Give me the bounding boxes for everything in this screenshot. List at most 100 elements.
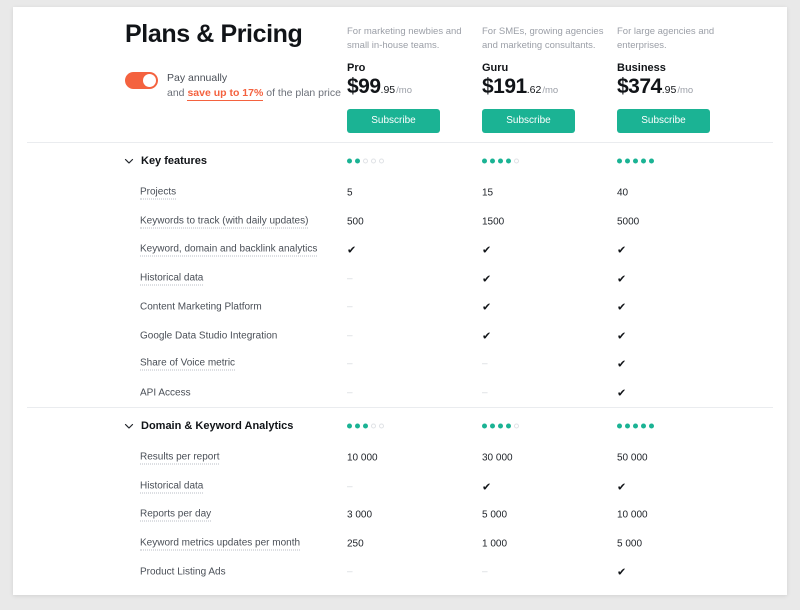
feature-unavailable-dash-icon: – (347, 273, 353, 285)
table-row: Reports per day 3 000 5 000 10 000 (13, 501, 787, 530)
plan-rating-dots (482, 158, 519, 164)
section-header-0[interactable]: Key features (13, 143, 787, 179)
rating-dot (617, 158, 622, 164)
feature-available-check-icon: ✔ (482, 273, 492, 286)
plan-column-business: For large agencies and enterprises. Busi… (617, 25, 752, 133)
section-title: Domain & Keyword Analytics (141, 420, 294, 432)
plan-rating-dots (617, 423, 654, 429)
price-cents: .62 (526, 84, 542, 96)
rating-dot (363, 158, 368, 164)
rating-dot (649, 158, 654, 164)
feature-value: 30 000 (482, 452, 513, 464)
feature-unavailable-dash-icon: – (482, 358, 488, 370)
feature-label[interactable]: Reports per day (140, 509, 212, 522)
savings-prefix: and (167, 86, 188, 99)
rating-dot (379, 158, 384, 164)
feature-available-check-icon: ✔ (482, 244, 492, 257)
feature-unavailable-dash-icon: – (347, 481, 353, 493)
feature-value: 250 (347, 538, 364, 550)
feature-label[interactable]: Keyword, domain and backlink analytics (140, 244, 318, 257)
feature-value: 10 000 (617, 509, 648, 521)
table-row: Google Data Studio Integration – ✔ ✔ (13, 322, 787, 351)
plan-price: $191.62/mo (482, 75, 617, 99)
feature-unavailable-dash-icon: – (347, 387, 353, 399)
subscribe-button-guru[interactable]: Subscribe (482, 109, 575, 133)
pay-annually-label: Pay annually (167, 71, 228, 84)
feature-unavailable-dash-icon: – (482, 566, 488, 578)
rating-dot (633, 423, 638, 429)
feature-label: Content Marketing Platform (140, 301, 262, 313)
rating-dot (347, 158, 352, 164)
rating-dot (514, 423, 519, 429)
subscribe-button-business[interactable]: Subscribe (617, 109, 710, 133)
feature-available-check-icon: ✔ (617, 566, 627, 579)
feature-label[interactable]: Projects (140, 187, 177, 200)
feature-available-check-icon: ✔ (617, 301, 627, 314)
rating-dot (641, 423, 646, 429)
feature-available-check-icon: ✔ (617, 387, 627, 400)
feature-label[interactable]: Results per report (140, 452, 220, 465)
table-row: Content Marketing Platform – ✔ ✔ (13, 293, 787, 322)
rating-dot (355, 158, 360, 164)
subscribe-button-pro[interactable]: Subscribe (347, 109, 440, 133)
feature-unavailable-dash-icon: – (347, 566, 353, 578)
feature-available-check-icon: ✔ (617, 244, 627, 257)
feature-unavailable-dash-icon: – (347, 330, 353, 342)
rating-dot (347, 423, 352, 429)
feature-label[interactable]: Keyword metrics updates per month (140, 537, 301, 551)
section-header-1[interactable]: Domain & Keyword Analytics (13, 408, 787, 444)
savings-highlight: save up to 17% (187, 86, 264, 101)
feature-label[interactable]: Share of Voice metric (140, 358, 236, 371)
rating-dot (482, 158, 487, 164)
rating-dot (490, 158, 495, 164)
feature-available-check-icon: ✔ (482, 330, 492, 343)
pricing-header: Plans & Pricing Pay annually and save up… (13, 7, 787, 142)
plan-rating-dots (347, 158, 384, 164)
plan-name: Guru (482, 62, 509, 74)
feature-available-check-icon: ✔ (347, 244, 357, 257)
feature-label: API Access (140, 387, 191, 399)
rating-dot (371, 158, 376, 164)
feature-unavailable-dash-icon: – (482, 387, 488, 399)
chevron-down-icon (124, 423, 134, 429)
feature-label[interactable]: Keywords to track (with daily updates) (140, 215, 309, 229)
table-row: Projects 5 15 40 (13, 179, 787, 208)
price-amount: $99 (347, 75, 381, 98)
feature-label[interactable]: Historical data (140, 480, 204, 494)
feature-comparison-table: Key features Projects 5 15 40 Keywords to tra… (13, 142, 787, 587)
feature-value: 5 (347, 187, 353, 199)
pricing-page-card: Plans & Pricing Pay annually and save up… (13, 7, 787, 595)
billing-toggle-row: Pay annually and save up to 17% of the p… (125, 71, 350, 101)
billing-toggle-text: Pay annually and save up to 17% of the p… (167, 71, 341, 101)
plan-name: Pro (347, 62, 366, 74)
rating-dot (514, 158, 519, 164)
feature-value: 40 (617, 187, 629, 199)
rating-dot (641, 158, 646, 164)
feature-value: 50 000 (617, 452, 648, 464)
price-period: /mo (542, 85, 559, 96)
table-row: Results per report 10 000 30 000 50 000 (13, 444, 787, 473)
pay-annually-toggle[interactable] (125, 71, 158, 89)
rating-dot (371, 423, 376, 429)
chevron-down-icon (124, 158, 134, 164)
feature-unavailable-dash-icon: – (347, 358, 353, 370)
feature-value: 1500 (482, 216, 505, 228)
feature-available-check-icon: ✔ (617, 358, 627, 371)
feature-value: 500 (347, 216, 364, 228)
feature-value: 5 000 (482, 509, 508, 521)
rating-dot (355, 423, 360, 429)
feature-value: 10 000 (347, 452, 378, 464)
rating-dot (379, 423, 384, 429)
rating-dot (649, 423, 654, 429)
feature-label[interactable]: Historical data (140, 272, 204, 286)
feature-value: 5 000 (617, 538, 643, 550)
plan-description: For marketing newbies and small in-house… (347, 26, 462, 51)
feature-value: 3 000 (347, 509, 373, 521)
plan-description: For large agencies and enterprises. (617, 26, 715, 51)
table-row: Keyword metrics updates per month 250 1 00… (13, 530, 787, 559)
plan-rating-dots (482, 423, 519, 429)
feature-available-check-icon: ✔ (617, 330, 627, 343)
rating-dot (363, 423, 368, 429)
plan-column-pro: For marketing newbies and small in-house… (347, 25, 482, 133)
plan-rating-dots (347, 423, 384, 429)
